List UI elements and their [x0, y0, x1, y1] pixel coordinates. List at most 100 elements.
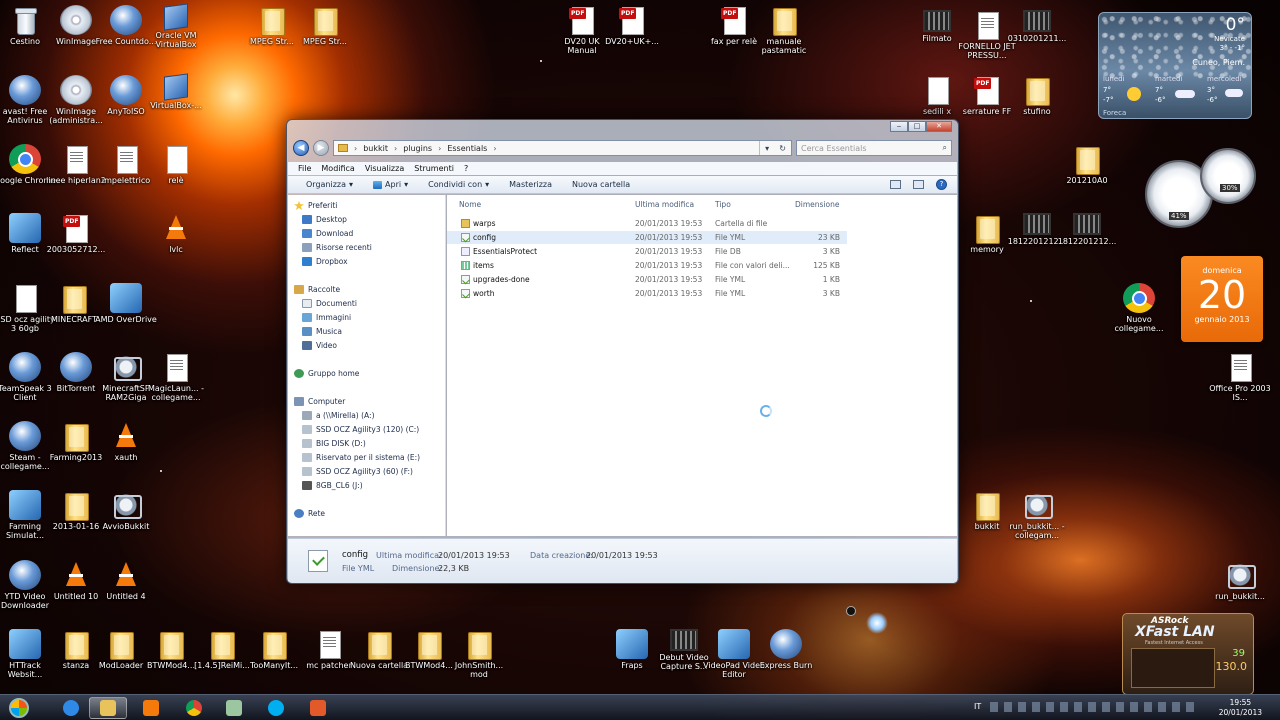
column-name[interactable]: Nome — [459, 200, 481, 209]
desktop-icon[interactable]: DV20+UK+... — [599, 5, 665, 46]
column-size[interactable]: Dimensione — [795, 200, 839, 209]
file-row[interactable]: EssentialsProtect 20/01/2013 19:53 File DB… — [447, 245, 847, 258]
menu-visualizza[interactable]: Visualizza — [365, 164, 404, 173]
nav-homegroup[interactable]: Gruppo home — [294, 369, 359, 378]
desktop-icon[interactable]: JohnSmith... mod — [446, 629, 512, 679]
nav-item-drive[interactable]: a (\\Mirella) (A:) — [302, 411, 375, 420]
chevron-down-icon[interactable]: ▾ — [765, 144, 769, 153]
nav-item-drive[interactable]: SSD OCZ Agility3 (60) (F:) — [302, 467, 413, 476]
nav-item-download[interactable]: Download — [302, 229, 353, 238]
taskbar-ie[interactable] — [52, 697, 90, 719]
maximize-button[interactable]: □ — [908, 121, 926, 132]
burn-button[interactable]: Masterizza — [499, 180, 562, 189]
language-indicator[interactable]: IT — [974, 702, 981, 711]
address-bar[interactable]: › bukkit › plugins › Essentials › ▾ ↻ — [333, 140, 792, 156]
calendar-gadget[interactable]: domenica 20 gennaio 2013 — [1181, 256, 1263, 342]
nav-item-drive[interactable]: SSD OCZ Agility3 (120) (C:) — [302, 425, 419, 434]
nav-item-pictures[interactable]: Immagini — [302, 313, 351, 322]
file-row[interactable]: config 20/01/2013 19:53 File YML 23 KB — [447, 231, 847, 244]
desktop-icon[interactable]: 201210A0 — [1054, 144, 1120, 185]
taskbar-app[interactable] — [215, 697, 253, 719]
nav-item-desktop[interactable]: Desktop — [302, 215, 347, 224]
nav-libraries[interactable]: Raccolte — [294, 285, 340, 294]
breadcrumb-item[interactable]: plugins — [403, 144, 432, 153]
taskbar-chrome[interactable] — [175, 697, 213, 719]
desktop-icon[interactable]: lvlc — [143, 213, 209, 254]
file-row[interactable]: items 20/01/2013 19:53 File con valori del… — [447, 259, 847, 272]
desktop-icon[interactable]: 1812201212... — [1054, 213, 1120, 246]
desktop-icon[interactable]: Oracle VM VirtualBox — [143, 3, 209, 49]
clock[interactable]: 19:55 20/01/2013 — [1219, 698, 1262, 718]
breadcrumb-item[interactable]: Essentials — [447, 144, 487, 153]
nav-item-drive[interactable]: 8GB_CL6 (J:) — [302, 481, 363, 490]
nav-item-dropbox[interactable]: Dropbox — [302, 257, 348, 266]
new-folder-button[interactable]: Nuova cartella — [562, 180, 640, 189]
taskbar-explorer[interactable] — [89, 697, 127, 719]
preview-pane-icon[interactable] — [913, 180, 924, 189]
organize-button[interactable]: Organizza ▾ — [296, 180, 363, 189]
nav-item-video[interactable]: Video — [302, 341, 337, 350]
gear-icon — [110, 352, 142, 382]
desktop-icon[interactable]: Office Pro 2003 IS... — [1207, 352, 1273, 402]
breadcrumb-item[interactable]: bukkit — [363, 144, 388, 153]
explorer-window[interactable]: ‒ □ ✕ ◀ ▶ › bukkit › plugins › Essential… — [286, 119, 959, 584]
nav-item-music[interactable]: Musica — [302, 327, 342, 336]
share-button[interactable]: Condividi con ▾ — [418, 180, 499, 189]
desktop-icon[interactable]: run_bukkit... — [1207, 560, 1273, 601]
file-row[interactable]: upgrades-done 20/01/2013 19:53 File YML 1 K… — [447, 273, 847, 286]
nav-item-recent[interactable]: Risorse recenti — [302, 243, 372, 252]
detail-size: 22,3 KB — [438, 564, 470, 573]
file-size: 3 KB — [822, 247, 840, 256]
desktop-icon[interactable]: relè — [143, 144, 209, 185]
desktop-icon[interactable]: 2003052712... — [43, 213, 109, 254]
desktop-icon[interactable]: xauth — [93, 421, 159, 462]
forward-button[interactable]: ▶ — [313, 140, 329, 156]
asrock-xfastlan-gadget[interactable]: ASRock XFast LAN Fastest Internet Access… — [1122, 613, 1254, 695]
desktop-icon[interactable]: MPEG Str... — [292, 5, 358, 46]
nav-computer[interactable]: Computer — [294, 397, 345, 406]
nav-network[interactable]: Rete — [294, 509, 325, 518]
weather-gadget[interactable]: 0° Nevicate 3° - -1° Cuneo, Piem. lunedì… — [1098, 12, 1252, 119]
column-type[interactable]: Tipo — [715, 200, 731, 209]
desktop-icon[interactable]: Nuovo collegame... — [1106, 283, 1172, 333]
desktop-icon[interactable]: AMD OverDrive — [93, 283, 159, 324]
view-options-icon[interactable] — [890, 180, 901, 189]
desktop-icon[interactable]: 0310201211... — [1004, 10, 1070, 43]
start-button[interactable] — [2, 697, 36, 719]
weather-day-high: 3° — [1207, 86, 1215, 94]
system-tray-icons[interactable] — [990, 702, 1200, 712]
open-button[interactable]: Apri ▾ — [363, 180, 418, 189]
column-modified[interactable]: Ultima modifica — [635, 200, 694, 209]
menu-strumenti[interactable]: Strumenti — [414, 164, 454, 173]
desktop-icon[interactable]: Express Burn — [753, 629, 819, 670]
minimize-button[interactable]: ‒ — [890, 121, 908, 132]
calendar-month: gennaio 2013 — [1194, 315, 1250, 324]
taskbar-skype[interactable] — [257, 697, 295, 719]
menu-file[interactable]: File — [298, 164, 311, 173]
help-icon[interactable]: ? — [936, 179, 947, 190]
menu-help[interactable]: ? — [464, 164, 468, 173]
desktop-icon[interactable]: Untitled 4 — [93, 560, 159, 601]
desktop-icon[interactable]: AvvioBukkit — [93, 490, 159, 531]
desktop-icon[interactable]: MagicLaun... - collegame... — [143, 352, 209, 402]
desktop-icon[interactable]: stufino — [1004, 75, 1070, 116]
nav-favorites[interactable]: Preferiti — [294, 201, 337, 210]
file-row[interactable]: warps 20/01/2013 19:53 Cartella di file — [447, 217, 847, 230]
weather-city: Cuneo, Piem. — [1192, 58, 1245, 67]
desktop-icon[interactable]: run_bukkit... - collegam... — [1004, 490, 1070, 540]
nav-item-drive[interactable]: BIG DISK (D:) — [302, 439, 366, 448]
desktop-icon[interactable]: manuale pastamatic — [751, 5, 817, 55]
nav-item-documents[interactable]: Documenti — [302, 299, 357, 308]
taskbar-mail[interactable] — [299, 697, 337, 719]
back-button[interactable]: ◀ — [293, 140, 309, 156]
close-button[interactable]: ✕ — [926, 121, 952, 132]
file-row[interactable]: worth 20/01/2013 19:53 File YML 3 KB — [447, 287, 847, 300]
taskbar-media[interactable] — [132, 697, 170, 719]
nav-item-drive[interactable]: Riservato per il sistema (E:) — [302, 453, 420, 462]
search-input[interactable]: Cerca Essentials ⌕ — [796, 140, 952, 156]
weather-source[interactable]: Foreca — [1103, 109, 1126, 117]
menu-modifica[interactable]: Modifica — [321, 164, 354, 173]
pdf-icon — [971, 75, 1003, 105]
refresh-icon[interactable]: ↻ — [779, 144, 786, 153]
desktop-icon[interactable]: VirtualBox-... — [143, 73, 209, 110]
